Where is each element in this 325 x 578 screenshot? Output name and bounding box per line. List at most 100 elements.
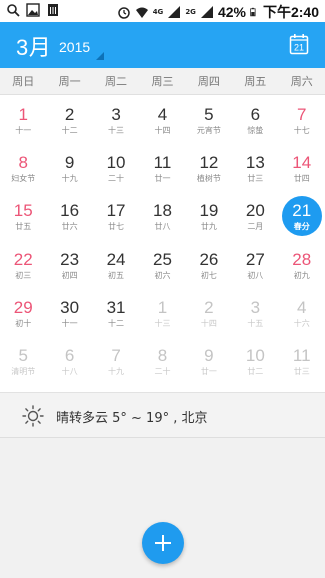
status-bar: 4G 2G 42% 下午2:40 bbox=[0, 0, 325, 22]
day-number: 1 bbox=[157, 297, 168, 317]
lunar-date: 十二 bbox=[108, 318, 125, 328]
day-number: 6 bbox=[250, 105, 261, 124]
day-cell[interactable]: 25 初六 bbox=[139, 241, 185, 289]
day-cell[interactable]: 4 十四 bbox=[139, 96, 185, 144]
day-cell[interactable]: 28 初九 bbox=[279, 241, 325, 289]
week-row: 22 初三 23 初四 24 初五 25 初六 26 初七 27 初八 28 初九 bbox=[0, 241, 325, 289]
day-cell[interactable]: 3 十三 bbox=[93, 96, 139, 144]
lunar-date: 十八 bbox=[61, 366, 78, 376]
weather-text: 晴转多云 5° ~ 19° , 北京 bbox=[56, 411, 208, 426]
week-row: 15 廿五 16 廿六 17 廿七 18 廿八 19 廿九 20 二月 21 春分 bbox=[0, 192, 325, 240]
day-cell[interactable]: 23 初四 bbox=[46, 241, 92, 289]
day-cell[interactable]: 3 十五 bbox=[232, 289, 278, 337]
day-number: 9 bbox=[204, 345, 214, 365]
day-cell[interactable]: 17 廿七 bbox=[93, 192, 139, 240]
day-cell[interactable]: 12 植树节 bbox=[186, 144, 232, 192]
day-cell-today[interactable]: 21 春分 bbox=[279, 192, 325, 240]
lunar-date: 初九 bbox=[293, 270, 310, 280]
day-number: 2 bbox=[64, 105, 75, 124]
lunar-date: 廿一 bbox=[200, 366, 217, 376]
lunar-date: 廿九 bbox=[200, 222, 217, 232]
week-row: 5 清明节 6 十八 7 十九 8 二十 9 廿一 10 廿二 11 廿三 bbox=[0, 337, 325, 385]
day-cell[interactable]: 4 十六 bbox=[279, 289, 325, 337]
status-bar-left bbox=[6, 3, 60, 17]
day-number: 5 bbox=[18, 345, 28, 365]
day-cell[interactable]: 8 妇女节 bbox=[0, 144, 46, 192]
lunar-date: 廿三 bbox=[293, 366, 310, 376]
day-cell[interactable]: 16 廿六 bbox=[46, 192, 92, 240]
lunar-date: 惊蛰 bbox=[247, 126, 264, 135]
day-cell[interactable]: 13 廿三 bbox=[232, 144, 278, 192]
day-cell[interactable]: 14 廿四 bbox=[279, 144, 325, 192]
day-number: 7 bbox=[111, 345, 121, 365]
day-number: 19 bbox=[199, 201, 219, 221]
lunar-date: 初十 bbox=[15, 318, 32, 328]
weekday-header: 周日 周一 周二 周三 周四 周五 周六 bbox=[0, 68, 325, 95]
today-button-label: 21 bbox=[294, 43, 304, 53]
day-cell[interactable]: 2 十四 bbox=[186, 289, 232, 337]
day-cell[interactable]: 6 十八 bbox=[46, 337, 92, 385]
day-cell[interactable]: 29 初十 bbox=[0, 289, 46, 337]
day-number: 27 bbox=[245, 249, 265, 269]
app-header: 3月 2015 21 bbox=[0, 22, 325, 68]
day-number: 5 bbox=[204, 105, 214, 124]
day-cell[interactable]: 22 初三 bbox=[0, 241, 46, 289]
month-title[interactable]: 3月 bbox=[16, 30, 51, 62]
plus-icon-vertical bbox=[162, 535, 164, 551]
day-cell[interactable]: 31 十二 bbox=[93, 289, 139, 337]
day-cell[interactable]: 19 廿九 bbox=[186, 192, 232, 240]
lunar-date: 十九 bbox=[61, 174, 78, 184]
day-cell[interactable]: 30 十一 bbox=[46, 289, 92, 337]
day-cell[interactable]: 9 廿一 bbox=[186, 337, 232, 385]
day-cell[interactable]: 1 十三 bbox=[139, 289, 185, 337]
day-cell[interactable]: 18 廿八 bbox=[139, 192, 185, 240]
day-cell[interactable]: 20 二月 bbox=[232, 192, 278, 240]
day-cell[interactable]: 11 廿一 bbox=[139, 144, 185, 192]
day-number: 25 bbox=[153, 249, 172, 269]
day-number: 20 bbox=[245, 201, 265, 221]
year-dropdown-icon[interactable] bbox=[96, 52, 104, 60]
lunar-date: 十二 bbox=[61, 126, 78, 135]
day-number: 24 bbox=[106, 249, 126, 269]
lunar-date: 植树节 bbox=[196, 174, 221, 184]
day-cell[interactable]: 6 惊蛰 bbox=[232, 96, 278, 144]
day-number: 18 bbox=[153, 201, 172, 221]
day-cell[interactable]: 7 十七 bbox=[279, 96, 325, 144]
day-cell[interactable]: 11 廿三 bbox=[279, 337, 325, 385]
day-cell[interactable]: 10 二十 bbox=[93, 144, 139, 192]
day-number: 12 bbox=[199, 153, 219, 173]
day-cell[interactable]: 8 二十 bbox=[139, 337, 185, 385]
day-number: 23 bbox=[60, 249, 80, 269]
day-cell[interactable]: 27 初八 bbox=[232, 241, 278, 289]
add-event-button[interactable] bbox=[142, 522, 184, 564]
day-number: 4 bbox=[297, 297, 307, 317]
weekday-label: 周三 bbox=[151, 75, 174, 88]
day-cell[interactable]: 24 初五 bbox=[93, 241, 139, 289]
day-cell[interactable]: 1 十一 bbox=[0, 96, 46, 144]
sun-icon bbox=[22, 405, 44, 427]
today-calendar-icon[interactable]: 21 bbox=[289, 33, 309, 55]
day-number: 28 bbox=[292, 249, 312, 269]
day-number: 1 bbox=[18, 105, 28, 124]
lunar-date: 廿三 bbox=[247, 174, 264, 184]
weekday-label: 周二 bbox=[105, 75, 128, 88]
network-type-label: 4G bbox=[152, 8, 164, 16]
day-cell[interactable]: 15 廿五 bbox=[0, 192, 46, 240]
day-cell[interactable]: 7 十九 bbox=[93, 337, 139, 385]
day-cell[interactable]: 5 清明节 bbox=[0, 337, 46, 385]
lunar-date: 十一 bbox=[61, 318, 78, 328]
weekday-label: 周四 bbox=[197, 75, 220, 88]
day-cell[interactable]: 2 十二 bbox=[46, 96, 92, 144]
day-number: 26 bbox=[199, 249, 219, 269]
day-cell[interactable]: 10 廿二 bbox=[232, 337, 278, 385]
year-title[interactable]: 2015 bbox=[59, 39, 90, 55]
day-number: 17 bbox=[106, 201, 126, 221]
day-cell[interactable]: 26 初七 bbox=[186, 241, 232, 289]
day-cell[interactable]: 5 元宵节 bbox=[186, 96, 232, 144]
day-number: 21 bbox=[292, 201, 312, 221]
day-cell[interactable]: 9 十九 bbox=[46, 144, 92, 192]
day-number: 9 bbox=[64, 153, 75, 173]
week-row: 8 妇女节 9 十九 10 二十 11 廿一 12 植树节 13 廿三 14 廿四 bbox=[0, 144, 325, 192]
weather-bar[interactable]: 晴转多云 5° ~ 19° , 北京 bbox=[0, 392, 325, 438]
network-type-label-2: 2G bbox=[185, 8, 196, 16]
